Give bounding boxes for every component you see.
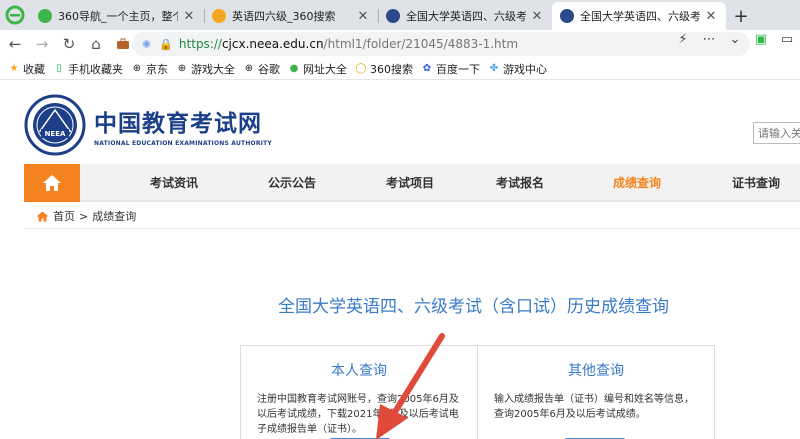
tab-title: 360导航_一个主页，整个世界 xyxy=(58,10,178,23)
breadcrumb: 首页 > 成绩查询 xyxy=(36,208,136,224)
page-title: 全国大学英语四、六级考试（含口试）历史成绩查询 xyxy=(278,297,669,317)
tab-360-search[interactable]: 英语四六级_360搜索 ✕ xyxy=(204,2,378,30)
bookmark-label: 手机收藏夹 xyxy=(68,62,123,76)
bookmark-label: 谷歌 xyxy=(258,62,280,76)
bookmark-label: 百度一下 xyxy=(436,62,480,76)
home-icon xyxy=(36,211,49,221)
360-icon: ● xyxy=(289,63,299,74)
nav-certificate-query[interactable]: 证书查询 xyxy=(732,164,780,202)
neea-icon xyxy=(386,9,400,23)
back-icon[interactable]: ← xyxy=(3,32,27,56)
divider xyxy=(24,228,800,229)
tab-cet-1[interactable]: 全国大学英语四、六级考试(CET) ✕ xyxy=(378,2,552,30)
main-nav: 考试资讯 公示公告 考试项目 考试报名 成绩查询 证书查询 xyxy=(24,164,800,202)
new-tab-button[interactable]: + xyxy=(726,2,756,30)
globe-icon: ⊕ xyxy=(132,63,142,74)
home-icon xyxy=(43,175,61,191)
bookmark-hao[interactable]: ● 网址大全 xyxy=(288,61,347,77)
tab-360-home[interactable]: 360导航_一个主页，整个世界 ✕ xyxy=(30,2,204,30)
bookmark-jd[interactable]: ⊕ 京东 xyxy=(131,61,168,77)
tab-title: 全国大学英语四、六级考试(CET) xyxy=(406,10,526,23)
nav-home-button[interactable] xyxy=(24,164,80,202)
reload-icon[interactable]: ↻ xyxy=(57,32,81,56)
neea-seal-icon: NEEA xyxy=(24,94,86,156)
baidu-icon: ✿ xyxy=(422,63,432,74)
bookmark-label: 收藏 xyxy=(23,62,45,76)
breadcrumb-current: 成绩查询 xyxy=(92,210,137,223)
browser-logo-icon[interactable] xyxy=(0,0,30,30)
breadcrumb-home[interactable]: 首页 xyxy=(53,208,75,224)
nav-exam-projects[interactable]: 考试项目 xyxy=(386,164,434,202)
bookmark-label: 游戏大全 xyxy=(191,62,235,76)
other-query-panel: 其他查询 输入成绩报告单（证书）编号和姓名等信息，查询2005年6月及以后考试成… xyxy=(478,345,715,439)
neea-icon xyxy=(560,9,574,23)
toolbar-right: ⚡ ⋯ ⌄ ▣ ▭ xyxy=(670,32,800,47)
url-host: cjcx.neea.edu.cn xyxy=(221,37,324,51)
bookmark-label: 360搜索 xyxy=(370,62,413,76)
address-bar[interactable]: ✺ 🔒 https://cjcx.neea.edu.cn/html1/folde… xyxy=(132,32,750,56)
nav-registration[interactable]: 考试报名 xyxy=(496,164,544,202)
tab-title: 全国大学英语四、六级考试(CET) xyxy=(580,10,700,23)
close-icon[interactable]: ✕ xyxy=(182,9,196,24)
globe-icon: ⊕ xyxy=(244,63,254,74)
bookmark-label: 网址大全 xyxy=(303,62,347,76)
other-query-description: 输入成绩报告单（证书）编号和姓名等信息，查询2005年6月及以后考试成绩。 xyxy=(494,394,694,420)
bookmark-baidu[interactable]: ✿ 百度一下 xyxy=(421,61,480,77)
360-search-icon xyxy=(212,9,226,23)
nav-notices[interactable]: 公示公告 xyxy=(268,164,316,202)
breadcrumb-separator: > xyxy=(79,209,89,223)
site-info-icon[interactable]: ✺ xyxy=(142,38,151,51)
svg-text:NEEA: NEEA xyxy=(45,130,66,138)
game-icon: ✤ xyxy=(489,63,499,74)
toolbar: ← → ↻ ⌂ ✺ 🔒 https://cjcx.neea.edu.cn/htm… xyxy=(0,30,800,58)
home-icon[interactable]: ⌂ xyxy=(84,32,108,56)
phone-icon: ▯ xyxy=(56,63,62,74)
bookmark-label: 游戏中心 xyxy=(503,62,547,76)
bookmark-label: 京东 xyxy=(146,62,168,76)
self-query-panel: 本人查询 注册中国教育考试网账号，查询2005年6月及以后考试成绩，下载2021… xyxy=(240,345,478,439)
close-icon[interactable]: ✕ xyxy=(530,9,544,24)
logo-title: 中国教育考试网 xyxy=(94,110,262,137)
bookmark-google[interactable]: ⊕ 谷歌 xyxy=(243,61,280,77)
bookmarks-bar: ★ 收藏 ▯ 手机收藏夹 ⊕ 京东 ⊕ 游戏大全 ⊕ 谷歌 ● 网址大全 ◯ 360搜索 ✿ 百… xyxy=(0,58,800,80)
bookmark-favorites[interactable]: ★ 收藏 xyxy=(8,61,45,77)
lock-icon: 🔒 xyxy=(159,37,173,51)
star-icon: ★ xyxy=(9,63,19,74)
self-query-description: 注册中国教育考试网账号，查询2005年6月及以后考试成绩，下载2021年6月及以… xyxy=(257,394,459,435)
forward-icon[interactable]: → xyxy=(30,32,54,56)
bookmark-gamecenter[interactable]: ✤ 游戏中心 xyxy=(488,61,547,77)
bookmark-games[interactable]: ⊕ 游戏大全 xyxy=(176,61,235,77)
site-search-input[interactable] xyxy=(753,122,800,144)
url-scheme: https:// xyxy=(178,37,222,51)
sidebar-icon[interactable]: ▭ xyxy=(774,32,800,47)
close-icon[interactable]: ✕ xyxy=(356,9,370,24)
url-path: /html1/folder/21045/4883-1.htm xyxy=(323,37,519,51)
tab-cet-active[interactable]: 全国大学英语四、六级考试(CET) ✕ xyxy=(552,2,726,30)
bookmark-360search[interactable]: ◯ 360搜索 xyxy=(355,61,413,77)
web-page: NEEA 中国教育考试网 NATIONAL EDUCATION EXAMINAT… xyxy=(0,80,800,439)
lightning-icon[interactable]: ⚡ xyxy=(670,32,696,47)
extension-icon[interactable]: ▣ xyxy=(748,32,774,47)
close-icon[interactable]: ✕ xyxy=(704,9,718,24)
360-search-icon: ◯ xyxy=(355,63,367,74)
360-icon xyxy=(38,9,52,23)
tab-title: 英语四六级_360搜索 xyxy=(232,10,336,23)
globe-icon: ⊕ xyxy=(177,63,187,74)
bookmark-mobile[interactable]: ▯ 手机收藏夹 xyxy=(53,61,123,77)
chevron-down-icon[interactable]: ⌄ xyxy=(722,32,748,47)
nav-exam-news[interactable]: 考试资讯 xyxy=(150,164,198,202)
other-query-title: 其他查询 xyxy=(568,363,624,379)
site-logo[interactable]: NEEA 中国教育考试网 NATIONAL EDUCATION EXAMINAT… xyxy=(24,94,272,156)
tab-bar: 360导航_一个主页，整个世界 ✕ 英语四六级_360搜索 ✕ 全国大学英语四、… xyxy=(0,0,800,30)
nav-score-query[interactable]: 成绩查询 xyxy=(613,164,661,202)
more-icon[interactable]: ⋯ xyxy=(696,32,722,47)
logo-subtitle: NATIONAL EDUCATION EXAMINATIONS AUTHORIT… xyxy=(94,139,272,147)
self-query-title: 本人查询 xyxy=(331,363,387,379)
